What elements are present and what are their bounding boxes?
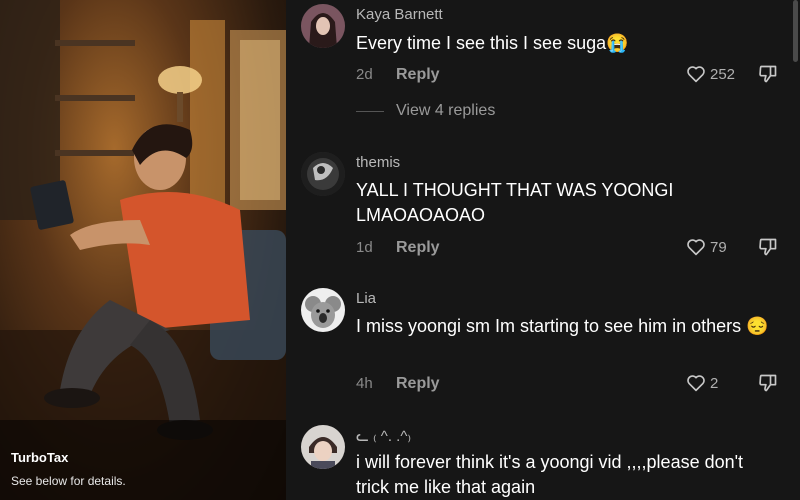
comment-username[interactable]: themis xyxy=(356,154,400,171)
comment-text: i will forever think it's a yoongi vid ,… xyxy=(356,452,744,497)
comment-text: YALL I THOUGHT THAT WAS YOONGI LMAOAOAOA… xyxy=(356,180,674,225)
comment-username[interactable]: Lia xyxy=(356,290,376,307)
like-count: 252 xyxy=(710,65,736,83)
avatar[interactable] xyxy=(301,288,345,332)
thumbs-down-icon xyxy=(759,238,777,256)
like-count: 79 xyxy=(710,238,727,256)
ad-brand-name[interactable]: TurboTax xyxy=(11,450,68,465)
reply-button[interactable]: Reply xyxy=(396,239,440,257)
comment-text: Every time I see this I see suga😭 xyxy=(356,33,629,53)
heart-outline-icon xyxy=(687,375,705,392)
comment-username[interactable]: ᓚ ₍ ^. .^₎ xyxy=(356,427,411,445)
comments-panel[interactable]: Kaya Barnett Every time I see this I see… xyxy=(286,0,800,500)
comment-age: 1d xyxy=(356,239,373,256)
like-button[interactable]: 2 xyxy=(686,374,718,392)
heart-outline-icon xyxy=(687,66,705,83)
reply-button[interactable]: Reply xyxy=(396,375,440,393)
dislike-button[interactable] xyxy=(758,373,778,398)
view-replies-label: View 4 replies xyxy=(396,102,496,119)
heart-outline-icon xyxy=(687,239,705,256)
comment-username[interactable]: Kaya Barnett xyxy=(356,6,443,23)
video-frame xyxy=(0,0,286,500)
reply-button[interactable]: Reply xyxy=(396,66,440,84)
thumbs-down-icon xyxy=(759,374,777,392)
dislike-button[interactable] xyxy=(758,64,778,89)
scrollbar[interactable] xyxy=(793,0,798,62)
view-replies-button[interactable]: View 4 replies xyxy=(356,102,495,120)
avatar[interactable] xyxy=(301,425,345,469)
comment-text: I miss yoongi sm Im starting to see him … xyxy=(356,316,769,336)
ad-note: See below for details. xyxy=(11,474,126,488)
video-ad[interactable]: TurboTax See below for details. xyxy=(0,0,286,500)
divider-line xyxy=(356,110,384,112)
thumbs-down-icon xyxy=(759,65,777,83)
avatar[interactable] xyxy=(301,4,345,48)
like-button[interactable]: 252 xyxy=(686,65,735,83)
avatar[interactable] xyxy=(301,152,345,196)
like-count: 2 xyxy=(710,374,719,392)
dislike-button[interactable] xyxy=(758,237,778,262)
comment-age: 4h xyxy=(356,375,373,392)
like-button[interactable]: 79 xyxy=(686,238,727,256)
comment-age: 2d xyxy=(356,66,373,83)
